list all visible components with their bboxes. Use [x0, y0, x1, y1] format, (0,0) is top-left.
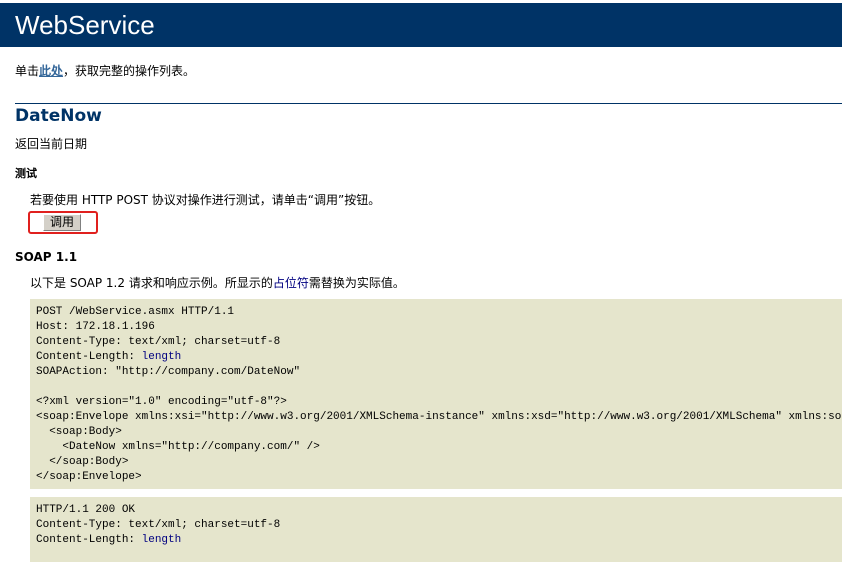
- code-line: SOAPAction: "http://company.com/DateNow": [36, 366, 301, 378]
- length-placeholder: length: [141, 534, 182, 546]
- intro-suffix: ，获取完整的操作列表。: [63, 64, 196, 78]
- code-line: <soap:Envelope xmlns:xsi="http://www.w3.…: [36, 411, 842, 423]
- code-line: </soap:Envelope>: [36, 471, 142, 483]
- code-line: HTTP/1.1 200 OK: [36, 504, 136, 516]
- intro-prefix: 单击: [15, 64, 40, 78]
- code-line: Content-Type: text/xml; charset=utf-8: [36, 519, 281, 531]
- code-line: </soap:Body>: [36, 456, 129, 468]
- code-line: <soap:Body>: [36, 426, 122, 438]
- operations-list-link[interactable]: 此处: [39, 64, 63, 78]
- soap-text-prefix: 以下是 SOAP 1.2 请求和响应示例。所显示的: [30, 276, 273, 290]
- operation-description: 返回当前日期: [15, 137, 88, 151]
- code-line: <DateNow xmlns="http://company.com/" />: [36, 441, 320, 453]
- banner: WebService: [0, 3, 842, 47]
- placeholder-word: 占位符: [272, 276, 309, 290]
- code-line: POST /WebService.asmx HTTP/1.1: [36, 306, 235, 318]
- soap-text-suffix: 需替换为实际值。: [308, 276, 405, 290]
- length-placeholder: length: [141, 351, 182, 363]
- code-line: Content-Type: text/xml; charset=utf-8: [36, 336, 281, 348]
- intro-line: 单击此处，获取完整的操作列表。: [15, 62, 195, 79]
- request-code-block: POST /WebService.asmx HTTP/1.1 Host: 172…: [30, 299, 842, 489]
- code-line: Content-Length:: [36, 534, 142, 546]
- soap-heading: SOAP 1.1: [15, 250, 78, 264]
- code-line: <?xml version="1.0" encoding="utf-8"?>: [36, 396, 287, 408]
- response-code-block: HTTP/1.1 200 OK Content-Type: text/xml; …: [30, 497, 842, 562]
- test-instructions: 若要使用 HTTP POST 协议对操作进行测试，请单击“调用”按钮。: [30, 193, 381, 207]
- banner-title: WebService: [15, 10, 155, 40]
- operation-title: DateNow: [15, 106, 102, 126]
- code-line: Content-Length:: [36, 351, 142, 363]
- soap-description: 以下是 SOAP 1.2 请求和响应示例。所显示的占位符需替换为实际值。: [30, 274, 405, 291]
- code-line: Host: 172.18.1.196: [36, 321, 155, 333]
- heading-rule: [15, 103, 842, 104]
- invoke-button[interactable]: 调用: [43, 214, 81, 231]
- test-heading: 测试: [15, 167, 37, 180]
